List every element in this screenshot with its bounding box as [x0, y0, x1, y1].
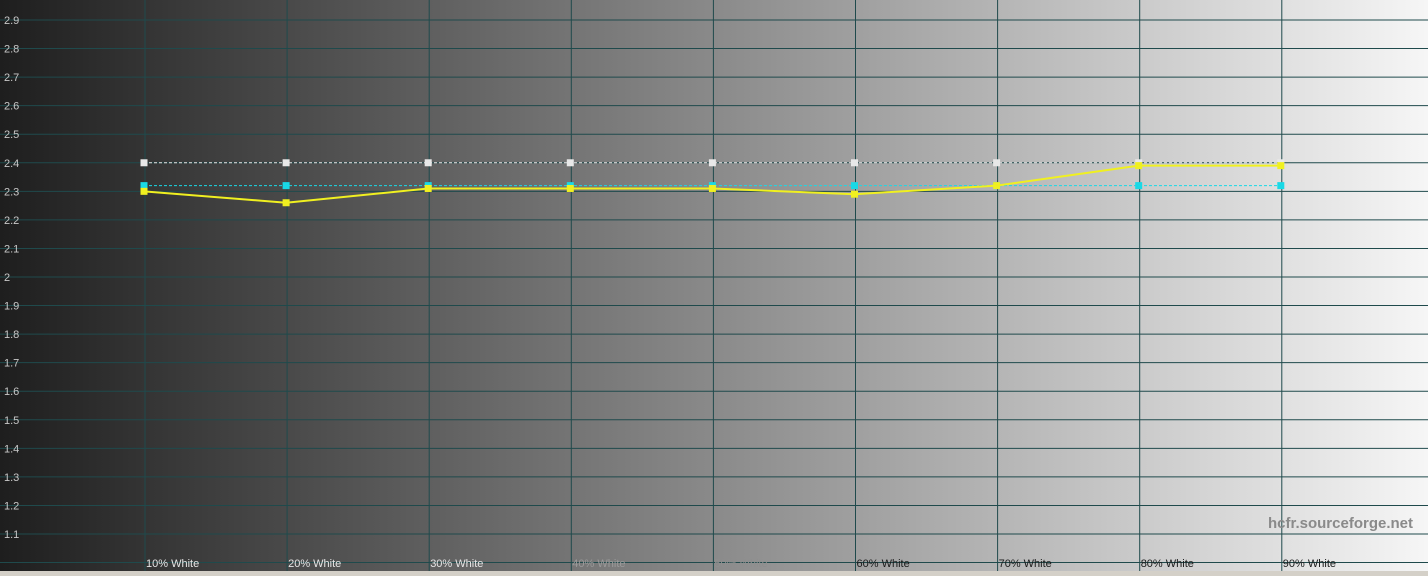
y-tick-label: 1.2	[4, 500, 19, 512]
series-point	[1135, 182, 1143, 190]
y-tick-label: 2.5	[4, 129, 19, 141]
series-point	[708, 159, 716, 167]
y-tick-label: 1.5	[4, 415, 19, 427]
x-tick-label: 10% White	[146, 558, 199, 570]
y-tick-label: 1.7	[4, 358, 19, 370]
x-tick-label: 70% White	[999, 558, 1052, 570]
y-tick-label: 2.7	[4, 72, 19, 84]
y-tick-label: 2.6	[4, 101, 19, 113]
y-tick-label: 2.8	[4, 44, 19, 56]
watermark-text: hcfr.sourceforge.net	[1268, 515, 1413, 532]
y-tick-label: 2.3	[4, 186, 19, 198]
series-point	[851, 159, 858, 167]
series-point	[1277, 182, 1285, 190]
plot-background	[0, 0, 1428, 576]
series-point	[282, 159, 290, 167]
y-tick-label: 1.4	[4, 443, 19, 455]
y-tick-label: 1.1	[4, 529, 19, 541]
y-tick-label: 2.9	[4, 15, 19, 27]
series-point	[566, 159, 574, 167]
series-point	[851, 182, 858, 190]
y-tick-label: 2	[4, 272, 10, 284]
y-tick-label: 1.3	[4, 472, 19, 484]
x-tick-label: 60% White	[857, 558, 910, 570]
x-tick-label: 50% White	[714, 558, 767, 570]
series-point	[1135, 162, 1143, 170]
y-tick-label: 2.2	[4, 215, 19, 227]
x-tick-label: 90% White	[1283, 558, 1336, 570]
series-point	[993, 159, 1001, 167]
y-tick-label: 2.4	[4, 158, 19, 170]
y-tick-label: 1.8	[4, 329, 19, 341]
series-point	[282, 182, 290, 190]
series-point	[708, 184, 716, 192]
x-tick-label: 30% White	[430, 558, 483, 570]
series-point	[140, 159, 148, 167]
gamma-chart: 2.9 2.8 2.7 2.6 2.5 2.4 2.3 2.2 2.1 2 1.9 1.8 1.7 1.6…	[0, 0, 1428, 576]
x-tick-label: 40% White	[572, 558, 625, 570]
series-point	[993, 182, 1001, 190]
bottom-border	[0, 571, 1428, 576]
series-point	[851, 190, 858, 198]
y-tick-label: 1.9	[4, 301, 19, 313]
y-tick-label: 2.1	[4, 243, 19, 255]
x-tick-labels: 10% White 20% White 30% White 40% White 50% …	[146, 558, 1336, 570]
series-point	[282, 199, 290, 207]
series-point	[424, 159, 432, 167]
series-point	[424, 184, 432, 192]
x-tick-label: 80% White	[1141, 558, 1194, 570]
series-point	[1277, 162, 1285, 170]
chart-svg: 2.9 2.8 2.7 2.6 2.5 2.4 2.3 2.2 2.1 2 1.9 1.8 1.7 1.6…	[0, 0, 1428, 576]
series-point	[566, 184, 574, 192]
series-point	[140, 187, 148, 195]
y-tick-label: 1.6	[4, 386, 19, 398]
x-tick-label: 20% White	[288, 558, 341, 570]
